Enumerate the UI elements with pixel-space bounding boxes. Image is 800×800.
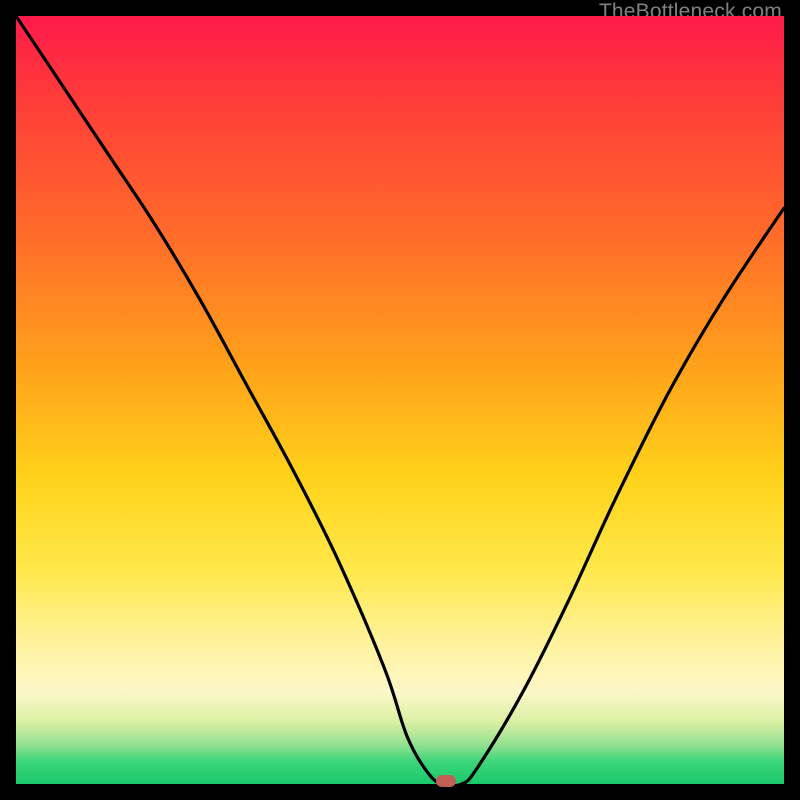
plot-area <box>16 16 784 784</box>
bottleneck-curve-path <box>16 16 784 784</box>
optimal-point-marker <box>436 775 456 787</box>
bottleneck-curve <box>16 16 784 784</box>
chart-frame: TheBottleneck.com <box>0 0 800 800</box>
